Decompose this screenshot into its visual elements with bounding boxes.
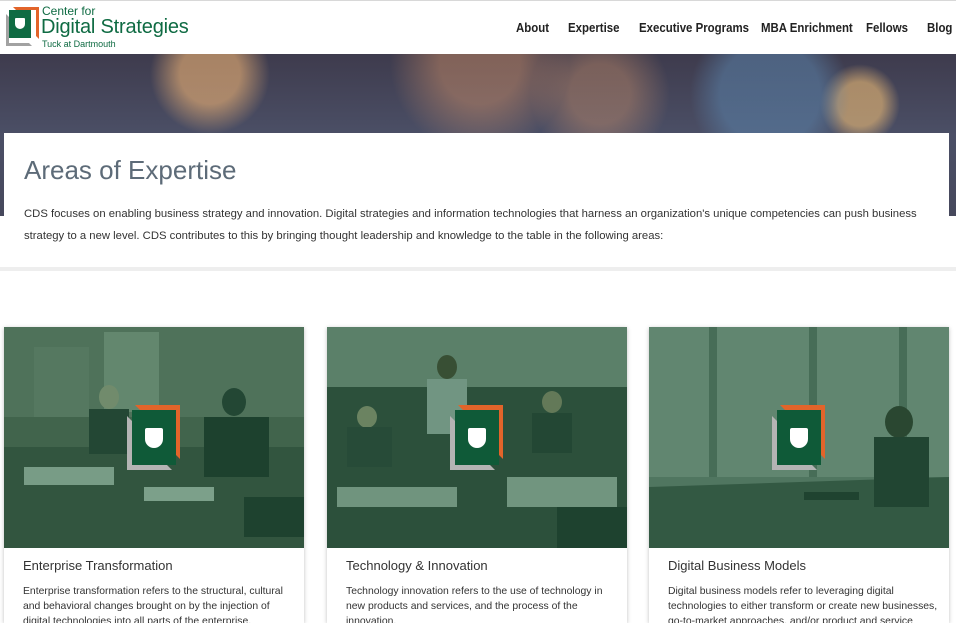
- cds-emblem-icon: [127, 405, 183, 471]
- card-digital-business-models[interactable]: Digital Business Models Digital business…: [649, 327, 949, 623]
- card-title[interactable]: Digital Business Models: [668, 558, 806, 573]
- card-title[interactable]: Technology & Innovation: [346, 558, 488, 573]
- nav-item-blog[interactable]: Blog: [927, 20, 952, 35]
- card-technology-innovation[interactable]: Technology & Innovation Technology innov…: [327, 327, 627, 623]
- site-header: Center for Digital Strategies Tuck at Da…: [0, 0, 956, 54]
- intro-paragraph: CDS focuses on enabling business strateg…: [24, 208, 917, 242]
- cds-emblem-icon: [450, 405, 506, 471]
- nav-item-executive-programs[interactable]: Executive Programs: [639, 20, 749, 35]
- nav-item-mba-enrichment[interactable]: MBA Enrichment: [761, 20, 853, 35]
- card-image[interactable]: [4, 327, 304, 548]
- card-enterprise-transformation[interactable]: Enterprise Transformation Enterprise tra…: [4, 327, 304, 623]
- card-title[interactable]: Enterprise Transformation: [23, 558, 173, 573]
- card-description: Enterprise transformation refers to the …: [23, 586, 283, 623]
- section-divider: [0, 267, 956, 271]
- logo-sub-line: Tuck at Dartmouth: [42, 39, 116, 49]
- intro-section: Areas of Expertise CDS focuses on enabli…: [4, 133, 949, 267]
- main-nav: About Expertise Executive Programs MBA E…: [0, 20, 956, 38]
- card-description: Digital business models refer to leverag…: [668, 586, 938, 623]
- nav-item-fellows[interactable]: Fellows: [866, 20, 908, 35]
- nav-item-expertise[interactable]: Expertise: [568, 20, 620, 35]
- card-image[interactable]: [649, 327, 949, 548]
- card-image[interactable]: [327, 327, 627, 548]
- cds-emblem-icon: [772, 405, 828, 471]
- page-title: Areas of Expertise: [24, 155, 237, 185]
- nav-item-about[interactable]: About: [516, 20, 549, 35]
- card-description: Technology innovation refers to the use …: [346, 586, 603, 623]
